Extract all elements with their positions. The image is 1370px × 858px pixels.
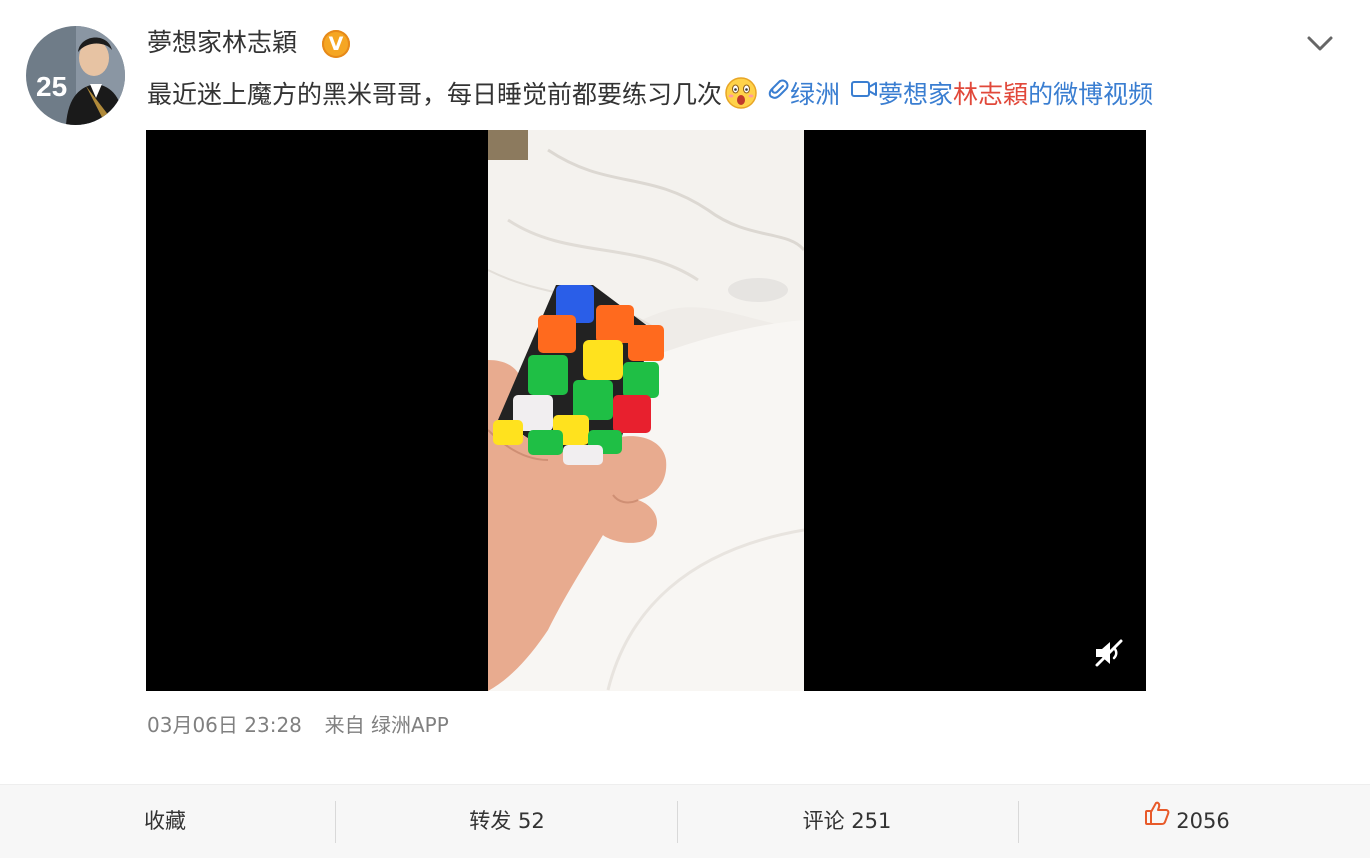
timestamp[interactable]: 03月06日 23:28 [147,713,302,737]
post-meta: 03月06日 23:28 来自 绿洲APP [147,708,449,742]
link-icon [766,73,790,115]
chevron-down-icon[interactable] [1306,32,1334,54]
favorite-label: 收藏 [144,809,186,833]
source-label: 来自 [324,713,365,737]
post-body: 最近迷上魔方的黑米哥哥，每日睡觉前都要练习几次 [147,80,723,109]
comment-label: 评论 251 [802,809,892,833]
post-text: 最近迷上魔方的黑米哥哥，每日睡觉前都要练习几次 绿洲 夢想家林志穎的微博视频 [147,74,1153,116]
repost-button[interactable]: 转发 52 [432,785,582,858]
video-link[interactable]: 夢想家林志穎的微博视频 [850,80,1153,109]
action-separator [1018,801,1019,843]
repost-label: 转发 52 [469,809,545,833]
action-separator [335,801,336,843]
action-bar: 收藏 转发 52 评论 251 2056 [0,785,1370,858]
like-count: 2056 [1176,809,1230,833]
surprised-face-emoji-icon [724,76,758,110]
video-player[interactable] [146,130,1146,691]
video-frame [487,130,806,691]
action-separator [677,801,678,843]
avatar-badge: 25 [36,71,67,102]
username[interactable]: 夢想家林志穎 [147,24,297,62]
mute-icon[interactable] [1092,638,1126,668]
comment-button[interactable]: 评论 251 [772,785,922,858]
thumbs-up-icon [1144,783,1170,856]
favorite-button[interactable]: 收藏 [90,785,240,858]
oasis-link[interactable]: 绿洲 [766,79,840,109]
like-button[interactable]: 2056 [1112,785,1262,858]
avatar[interactable]: 25 [26,26,125,125]
source-app-link[interactable]: 绿洲APP [371,713,449,737]
video-camera-icon [850,73,878,115]
verified-badge-icon: V [322,30,350,58]
